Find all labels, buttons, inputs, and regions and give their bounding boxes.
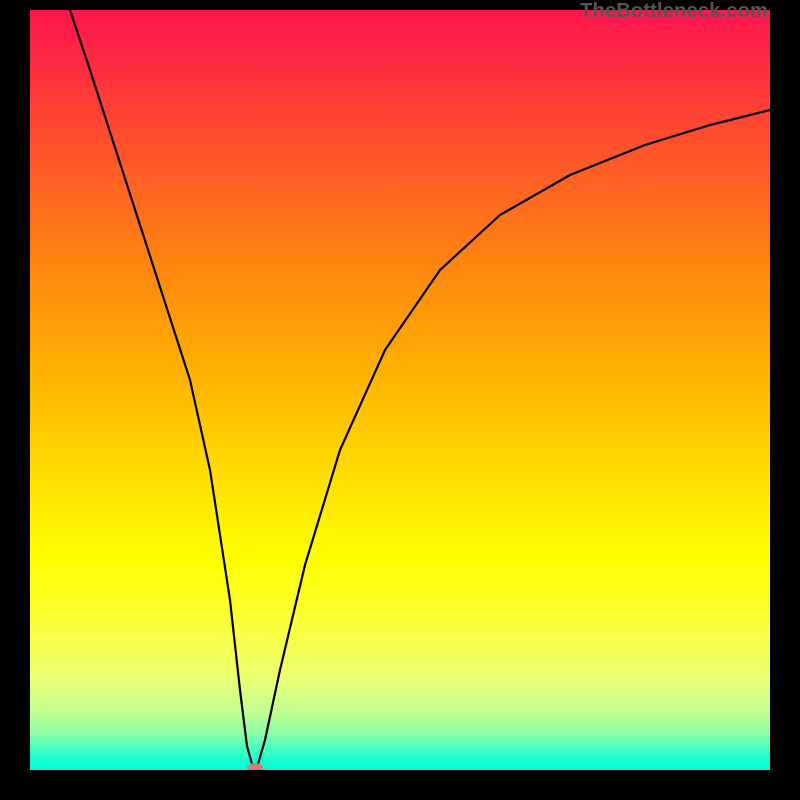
curve-left: [70, 10, 255, 770]
chart-frame: TheBottleneck.com: [0, 0, 800, 800]
plot-area: [30, 10, 770, 770]
curve-layer: [30, 10, 770, 770]
watermark-text: TheBottleneck.com: [580, 0, 768, 23]
curve-right: [255, 110, 770, 770]
valley-marker-icon: [247, 763, 263, 770]
